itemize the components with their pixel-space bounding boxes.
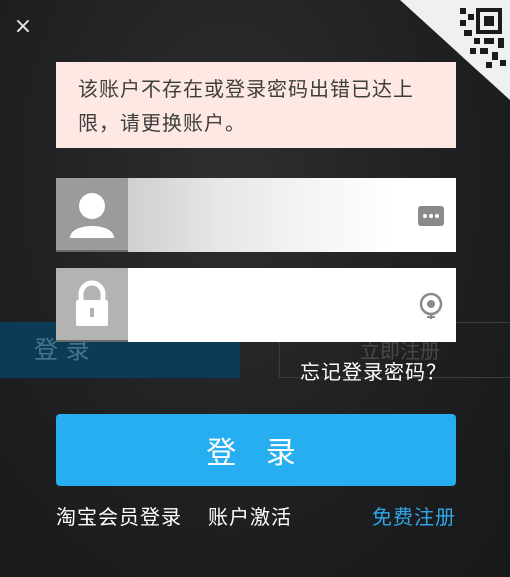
activate-account-link[interactable]: 账户激活 bbox=[208, 502, 292, 532]
user-icon bbox=[56, 178, 128, 252]
lock-icon bbox=[56, 268, 128, 342]
username-field bbox=[56, 178, 456, 252]
forgot-password-link[interactable]: 忘记登录密码？ bbox=[300, 356, 447, 385]
password-input[interactable] bbox=[128, 268, 388, 342]
username-input[interactable] bbox=[128, 178, 388, 252]
password-field bbox=[56, 268, 456, 342]
bottom-links: 淘宝会员登录 账户激活 免费注册 bbox=[56, 502, 456, 532]
close-button[interactable]: × bbox=[12, 16, 34, 38]
taobao-member-login-link[interactable]: 淘宝会员登录 bbox=[56, 502, 182, 532]
error-message: 该账户不存在或登录密码出错已达上限，请更换账户。 bbox=[56, 62, 456, 148]
dots-keyboard-icon[interactable] bbox=[416, 200, 446, 230]
login-button[interactable]: 登 录 bbox=[56, 414, 456, 486]
eye-toggle-icon[interactable] bbox=[416, 290, 446, 320]
free-register-link[interactable]: 免费注册 bbox=[372, 502, 456, 532]
